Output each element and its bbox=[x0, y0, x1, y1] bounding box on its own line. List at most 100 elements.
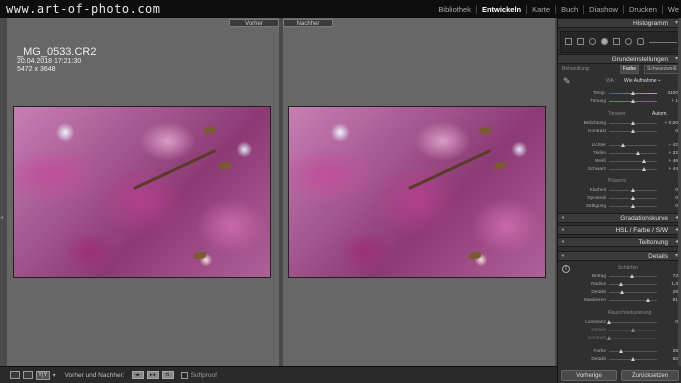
slider-lum-detail[interactable]: Details bbox=[558, 327, 681, 334]
slider-track[interactable] bbox=[609, 159, 657, 163]
slider-value[interactable]: + 22 bbox=[669, 150, 678, 157]
panel-header-tone-curve[interactable]: ◂ Gradationskurve ◂ bbox=[558, 213, 681, 223]
slider-track[interactable] bbox=[609, 129, 657, 133]
slider-thumb[interactable] bbox=[645, 298, 650, 302]
slider-value[interactable]: 1,3 bbox=[671, 281, 678, 288]
slider-thumb[interactable] bbox=[607, 336, 611, 340]
before-after-view-button[interactable]: Y|Y bbox=[36, 370, 50, 380]
slider-thumb[interactable] bbox=[631, 121, 635, 125]
white-balance-eyedropper-icon[interactable]: ✎ bbox=[563, 76, 571, 87]
module-book[interactable]: Buch bbox=[556, 4, 585, 14]
slider-thumb[interactable] bbox=[620, 290, 625, 294]
slider-track[interactable] bbox=[609, 143, 657, 147]
slider-color-detail[interactable]: Details 50 bbox=[558, 356, 681, 363]
slider-thumb[interactable] bbox=[619, 349, 623, 353]
slider-thumb[interactable] bbox=[631, 204, 635, 208]
slider-track[interactable] bbox=[609, 204, 657, 208]
slider-shadows[interactable]: Tiefen + 22 bbox=[558, 150, 681, 157]
copy-before-to-after-button[interactable]: ◂▸ bbox=[131, 371, 144, 379]
panel-header-basic[interactable]: Grundeinstellungen ▾ bbox=[558, 54, 681, 64]
before-photo[interactable] bbox=[13, 106, 271, 278]
slider-thumb[interactable] bbox=[631, 196, 635, 200]
slider-track[interactable] bbox=[609, 349, 657, 353]
hsl-tab[interactable]: HSL bbox=[615, 227, 627, 234]
adjustment-brush-icon[interactable] bbox=[637, 38, 644, 45]
slider-track[interactable] bbox=[609, 99, 657, 103]
panel-header-histogram[interactable]: Histogramm ▾ bbox=[558, 18, 681, 28]
slider-vibrance[interactable]: Dynamik 0 bbox=[558, 195, 681, 202]
slider-track[interactable] bbox=[609, 290, 657, 294]
slider-thumb[interactable] bbox=[620, 143, 625, 147]
slider-track[interactable] bbox=[609, 121, 657, 125]
red-eye-icon[interactable] bbox=[601, 38, 608, 45]
softproof-checkbox[interactable] bbox=[180, 371, 188, 379]
swap-before-after-button[interactable]: ⇅ bbox=[161, 371, 174, 379]
treatment-color-button[interactable]: Farbe bbox=[620, 65, 640, 74]
slider-tint[interactable]: Tönung + 1 bbox=[558, 98, 681, 105]
reset-button[interactable]: Zurücksetzen bbox=[621, 370, 679, 381]
slider-thumb[interactable] bbox=[631, 188, 635, 192]
slider-track[interactable] bbox=[609, 282, 657, 286]
slider-value[interactable]: + 46 bbox=[669, 158, 678, 165]
sharpen-preview-toggle-icon[interactable]: ! bbox=[562, 265, 570, 273]
slider-thumb[interactable] bbox=[630, 274, 635, 278]
slider-highlights[interactable]: Lichter − 42 bbox=[558, 142, 681, 149]
spot-removal-icon[interactable] bbox=[589, 38, 596, 45]
slider-value[interactable]: + 0,00 bbox=[665, 120, 678, 127]
compare-view-icon[interactable] bbox=[23, 371, 33, 379]
auto-tone-button[interactable]: Autom. bbox=[652, 111, 668, 118]
radial-filter-icon[interactable] bbox=[625, 38, 632, 45]
module-web[interactable]: We bbox=[663, 5, 681, 14]
wb-select[interactable]: Wie Aufnahme ÷ bbox=[624, 78, 661, 85]
slider-clarity[interactable]: Klarheit 0 bbox=[558, 187, 681, 194]
loupe-view-icon[interactable] bbox=[10, 371, 20, 379]
slider-temp[interactable]: Temp. 4100 bbox=[558, 90, 681, 97]
slider-thumb[interactable] bbox=[642, 159, 647, 163]
grid-icon[interactable] bbox=[565, 38, 572, 45]
slider-track[interactable] bbox=[609, 167, 657, 171]
bw-tab[interactable]: S/W bbox=[656, 227, 668, 234]
slider-whites[interactable]: Weiß + 46 bbox=[558, 158, 681, 165]
slider-contrast[interactable]: Kontrast 0 bbox=[558, 128, 681, 135]
slider-thumb[interactable] bbox=[631, 357, 635, 361]
slider-track[interactable] bbox=[609, 274, 657, 278]
color-tab[interactable]: Farbe bbox=[633, 227, 650, 234]
slider-masking[interactable]: Maskieren 81 bbox=[558, 297, 681, 304]
module-slideshow[interactable]: Diashow bbox=[584, 4, 624, 14]
slider-value[interactable]: + 1 bbox=[671, 98, 678, 105]
module-develop[interactable]: Entwickeln bbox=[477, 4, 528, 14]
slider-track[interactable] bbox=[609, 188, 657, 192]
slider-track[interactable] bbox=[609, 196, 657, 200]
after-photo[interactable] bbox=[288, 106, 546, 278]
slider-track[interactable] bbox=[607, 320, 657, 324]
slider-track[interactable] bbox=[609, 151, 657, 155]
slider-lum-contrast[interactable]: Kontrast bbox=[558, 335, 681, 342]
crop-icon[interactable] bbox=[577, 38, 584, 45]
module-library[interactable]: Bibliothek bbox=[433, 4, 477, 14]
tool-slider[interactable] bbox=[649, 42, 677, 43]
module-print[interactable]: Drucken bbox=[624, 4, 663, 14]
slider-thumb[interactable] bbox=[641, 167, 646, 171]
slider-luminance[interactable]: Luminanz 0 bbox=[558, 319, 681, 326]
panel-header-hsl[interactable]: ◂ HSL / Farbe / S/W ◂ bbox=[558, 225, 681, 235]
slider-thumb[interactable] bbox=[636, 151, 641, 155]
slider-saturation[interactable]: Sättigung 0 bbox=[558, 203, 681, 210]
graduated-filter-icon[interactable] bbox=[613, 38, 620, 45]
slider-track[interactable] bbox=[607, 336, 657, 340]
slider-thumb[interactable] bbox=[631, 328, 635, 332]
left-panel-toggle-icon[interactable]: ◂ bbox=[0, 214, 3, 221]
slider-thumb[interactable] bbox=[619, 282, 623, 286]
slider-color-noise[interactable]: Farbe 25 bbox=[558, 348, 681, 355]
copy-after-to-before-button[interactable]: ▸◂ bbox=[146, 371, 159, 379]
slider-track[interactable] bbox=[609, 328, 657, 332]
slider-thumb[interactable] bbox=[607, 320, 611, 324]
view-mode-dropdown-icon[interactable]: ▾ bbox=[53, 372, 56, 379]
slider-track[interactable] bbox=[609, 91, 657, 95]
slider-thumb[interactable] bbox=[631, 91, 635, 95]
module-map[interactable]: Karte bbox=[527, 4, 557, 14]
slider-amount[interactable]: Betrag 73 bbox=[558, 273, 681, 280]
previous-settings-button[interactable]: Vorherige bbox=[561, 370, 617, 381]
slider-thumb[interactable] bbox=[631, 129, 635, 133]
treatment-bw-button[interactable]: Schwarzweiß bbox=[644, 65, 680, 74]
panel-header-split-toning[interactable]: ◂ Teiltonung ◂ bbox=[558, 237, 681, 247]
